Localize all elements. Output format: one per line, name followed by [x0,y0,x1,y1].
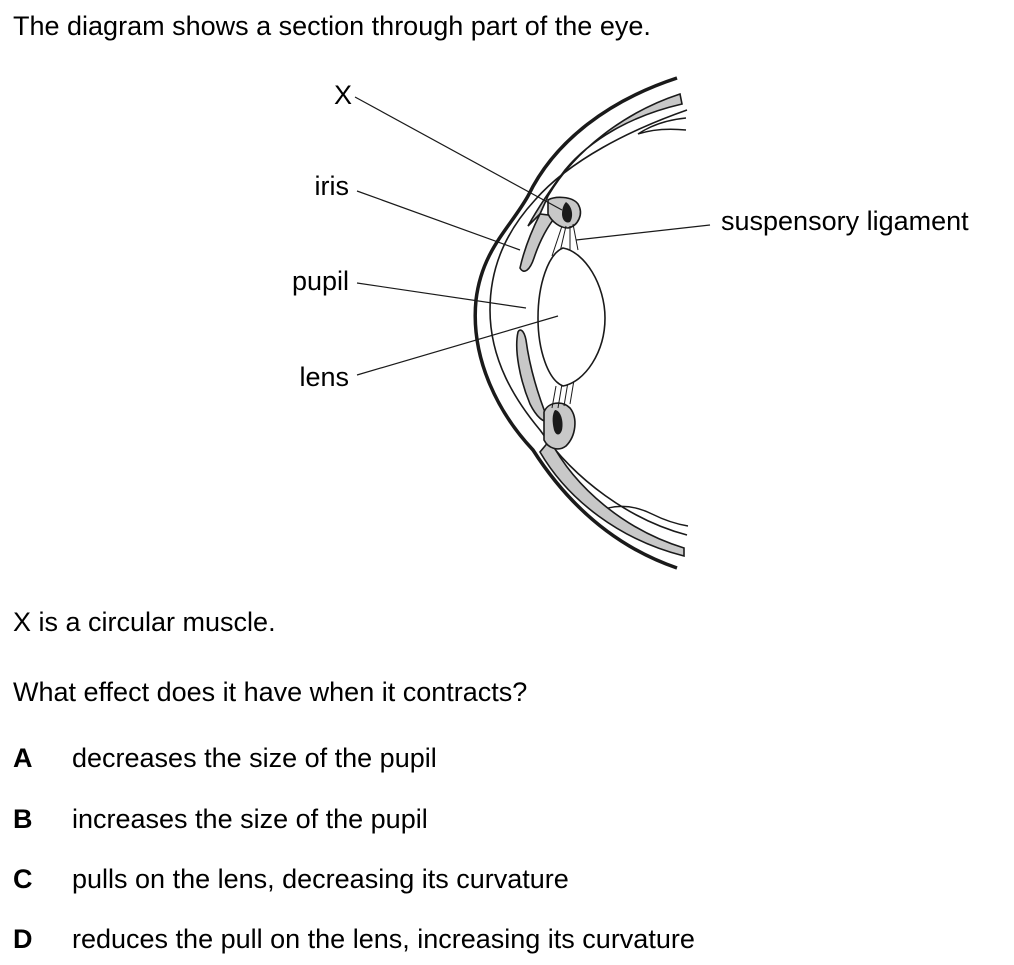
question-prompt: What effect does it have when it contrac… [13,677,528,707]
question-statement: X is a circular muscle. [13,607,276,637]
option-c-text: pulls on the lens, decreasing its curvat… [72,864,569,894]
lens [537,247,606,387]
option-a-letter: A [13,743,33,773]
label-lens: lens [299,362,349,392]
option-d-text: reduces the pull on the lens, increasing… [72,924,695,954]
label-x: X [334,80,352,110]
label-suspensory-ligament: suspensory ligament [721,206,969,236]
suspensory-ligament-leader-line [575,224,711,241]
option-b-letter: B [13,804,33,834]
pupil-leader-line [356,282,527,309]
iris-leader-line [356,190,521,251]
option-a-text: decreases the size of the pupil [72,743,437,773]
x-leader-line [354,96,563,211]
label-pupil: pupil [292,266,349,296]
option-b-text: increases the size of the pupil [72,804,428,834]
option-d-letter: D [13,924,33,954]
eye-section-diagram: X iris pupil lens suspensory ligament [292,76,969,570]
option-c-letter: C [13,864,33,894]
label-iris: iris [315,171,350,201]
